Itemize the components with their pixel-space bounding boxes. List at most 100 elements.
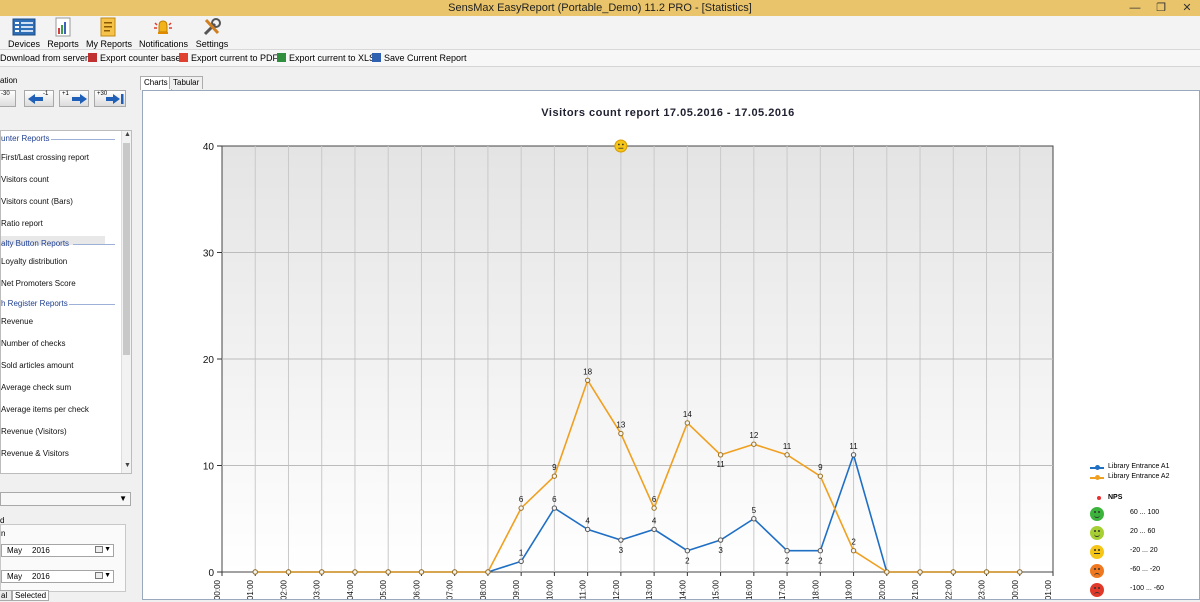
report-sold-articles-amount[interactable]: Sold articles amount	[1, 361, 73, 370]
export-pdf-button[interactable]: Export current to PDF	[179, 52, 278, 65]
date-to-month: May	[7, 572, 23, 581]
x-tick-label: 03:00	[313, 579, 322, 599]
tab-tabular[interactable]: Tabular	[169, 76, 204, 89]
settings-button[interactable]: Settings	[195, 17, 229, 49]
nps-range: -60 ... -20	[1130, 566, 1160, 573]
chevron-down-icon[interactable]: ▼	[104, 572, 111, 579]
restore-button[interactable]: ❐	[1148, 0, 1174, 16]
report-visitors-count-bars[interactable]: Visitors count (Bars)	[1, 197, 73, 206]
close-button[interactable]: ✕	[1174, 0, 1200, 16]
x-tick-label: 17:00	[778, 579, 787, 599]
back-1-button[interactable]: -1	[24, 90, 54, 107]
scroll-up-icon[interactable]: ▲	[124, 131, 131, 138]
data-label: 2	[685, 557, 690, 566]
report-net-promoters-score[interactable]: Net Promoters Score	[1, 279, 76, 288]
xls-icon	[277, 53, 286, 62]
arrow-left-icon	[28, 94, 43, 104]
report-number-of-checks[interactable]: Number of checks	[1, 339, 65, 348]
forward-30-button[interactable]: +30	[94, 90, 126, 107]
report-average-check-sum[interactable]: Average check sum	[1, 383, 71, 392]
report-revenue-and-visitors[interactable]: Revenue & Visitors	[1, 449, 69, 458]
device-select[interactable]: ▼	[0, 492, 131, 506]
export-xls-label: Export current to XLS	[289, 53, 376, 63]
download-label: Download from server	[0, 53, 89, 63]
report-average-items-per-check[interactable]: Average items per check	[1, 405, 89, 414]
data-label: 9	[552, 463, 557, 472]
legend-marker	[1095, 465, 1100, 470]
data-point	[385, 569, 391, 575]
forward-1-button[interactable]: +1	[59, 90, 89, 107]
data-point	[850, 452, 857, 458]
scrollbar-thumb[interactable]	[123, 143, 130, 355]
data-point	[784, 452, 790, 458]
x-tick-label: 00:00	[1011, 579, 1020, 599]
data-label: 3	[619, 546, 624, 555]
export-icon	[88, 53, 97, 62]
report-revenue-visitors[interactable]: Revenue (Visitors)	[1, 427, 67, 436]
period-sublabel: n	[1, 529, 6, 538]
x-tick-label: 14:00	[678, 579, 687, 599]
my-reports-button[interactable]: My Reports	[86, 17, 132, 49]
settings-label: Settings	[195, 39, 229, 49]
period-box: n May 2016 ▼ May 2016 ▼	[0, 524, 126, 592]
nps-range: 20 ... 60	[1130, 528, 1156, 535]
notifications-label: Notifications	[139, 39, 189, 49]
report-list-scrollbar[interactable]: ▲ ▼	[121, 131, 131, 473]
date-to-field[interactable]: May 2016 ▼	[1, 570, 114, 583]
x-tick-label: 06:00	[412, 579, 421, 599]
data-point	[717, 537, 724, 543]
neutral-face-icon	[1090, 545, 1104, 559]
x-tick-label: 21:00	[911, 579, 920, 599]
data-label: 5	[752, 506, 757, 515]
calendar-icon[interactable]	[95, 572, 103, 579]
export-base-button[interactable]: Export counter base	[88, 52, 181, 65]
nps-marker-dot	[1097, 496, 1101, 500]
data-label: 14	[683, 410, 692, 419]
devices-button[interactable]: Devices	[8, 17, 40, 49]
data-point	[850, 548, 857, 554]
notifications-button[interactable]: Notifications	[139, 17, 189, 49]
legend-label-a1: Library Entrance A1	[1108, 463, 1170, 470]
date-from-field[interactable]: May 2016 ▼	[1, 544, 114, 557]
x-tick-label: 23:00	[978, 579, 987, 599]
chevron-down-icon[interactable]: ▼	[104, 546, 111, 553]
devices-icon	[12, 18, 36, 36]
data-point	[418, 569, 425, 575]
x-tick-label: 05:00	[379, 579, 388, 599]
reports-label: Reports	[47, 39, 79, 49]
my-reports-icon	[100, 17, 116, 37]
sad-face-icon	[1090, 564, 1104, 578]
report-first-last-crossing[interactable]: First/Last crossing report	[1, 153, 89, 162]
minimize-button[interactable]: —	[1122, 0, 1148, 16]
export-xls-button[interactable]: Export current to XLS	[277, 52, 375, 65]
data-point	[618, 430, 624, 437]
save-report-button[interactable]: Save Current Report	[372, 52, 467, 65]
report-loyalty-distribution[interactable]: Loyalty distribution	[1, 257, 67, 266]
notifications-icon	[154, 20, 172, 34]
scroll-down-icon[interactable]: ▼	[124, 462, 131, 469]
reports-button[interactable]: Reports	[47, 17, 79, 49]
report-revenue[interactable]: Revenue	[1, 317, 33, 326]
data-point	[1017, 569, 1023, 575]
data-label: 4	[652, 516, 657, 525]
nps-face-eye	[621, 143, 624, 146]
report-visitors-count[interactable]: Visitors count	[1, 175, 49, 184]
data-point	[684, 420, 691, 426]
x-tick-label: 04:00	[346, 579, 355, 599]
group-divider	[69, 304, 115, 305]
calendar-icon[interactable]	[95, 546, 103, 553]
tab-all[interactable]: al	[0, 590, 12, 601]
tab-selected[interactable]: Selected	[12, 590, 50, 601]
nps-row: -60 ... -20	[1090, 564, 1200, 578]
data-point	[751, 441, 757, 447]
report-ratio[interactable]: Ratio report	[1, 219, 43, 228]
download-button[interactable]: Download from server	[0, 52, 88, 65]
date-to-year: 2016	[32, 572, 50, 581]
navigation-caption: ation	[0, 76, 18, 85]
back-30-button[interactable]: -30	[0, 90, 16, 107]
group-divider	[73, 244, 115, 245]
data-label: 6	[552, 495, 557, 504]
tab-charts[interactable]: Charts	[140, 76, 172, 90]
devices-label: Devices	[8, 39, 41, 49]
arrow-right-icon	[72, 94, 87, 104]
